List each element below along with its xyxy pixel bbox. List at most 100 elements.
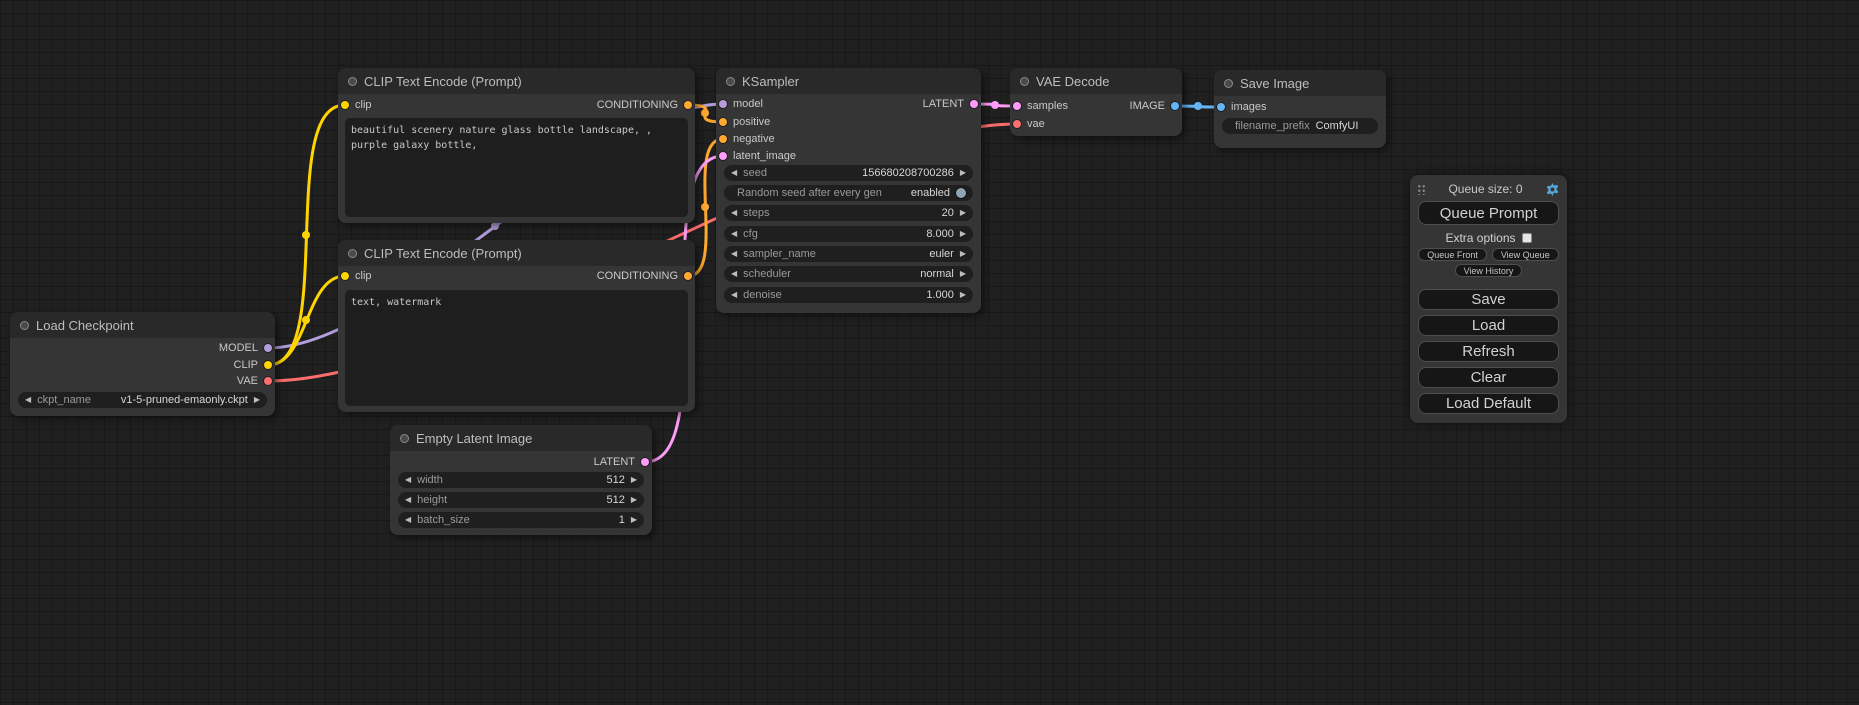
decrement-arrow-icon[interactable]: ◀ (405, 492, 411, 508)
output-dot-latent[interactable] (970, 100, 978, 108)
view-queue-button[interactable]: View Queue (1492, 248, 1559, 261)
widget-sampler-name[interactable]: ◀ sampler_name euler ▶ (724, 246, 973, 262)
output-slot-latent: LATENT (390, 454, 652, 470)
widget-width[interactable]: ◀ width 512 ▶ (398, 472, 644, 488)
widget-random-seed-toggle[interactable]: Random seed after every gen enabled (724, 185, 973, 201)
node-clip-text-encode-positive[interactable]: CLIP Text Encode (Prompt) clip CONDITION… (338, 68, 695, 223)
extra-options-checkbox[interactable] (1522, 233, 1532, 243)
input-dot-vae[interactable] (1013, 120, 1021, 128)
node-load-checkpoint[interactable]: Load Checkpoint MODEL CLIP VAE ◀ ckpt_na… (10, 312, 275, 416)
decrement-arrow-icon[interactable]: ◀ (731, 266, 737, 282)
input-dot-negative[interactable] (719, 135, 727, 143)
queue-prompt-button[interactable]: Queue Prompt (1418, 201, 1559, 225)
settings-gear-icon[interactable] (1545, 182, 1560, 197)
toggle-on-icon[interactable] (956, 188, 966, 198)
clear-button[interactable]: Clear (1418, 367, 1559, 388)
increment-arrow-icon[interactable]: ▶ (254, 392, 260, 408)
node-clip-text-encode-negative[interactable]: CLIP Text Encode (Prompt) clip CONDITION… (338, 240, 695, 412)
collapse-dot-icon[interactable] (348, 249, 357, 258)
widget-batch-size[interactable]: ◀ batch_size 1 ▶ (398, 512, 644, 528)
collapse-dot-icon[interactable] (1224, 79, 1233, 88)
increment-arrow-icon[interactable]: ▶ (631, 472, 637, 488)
queue-front-button[interactable]: Queue Front (1418, 248, 1487, 261)
decrement-arrow-icon[interactable]: ◀ (405, 472, 411, 488)
decrement-arrow-icon[interactable]: ◀ (731, 246, 737, 262)
node-ksampler[interactable]: KSampler model LATENT positive negative … (716, 68, 981, 313)
increment-arrow-icon[interactable]: ▶ (960, 165, 966, 181)
decrement-arrow-icon[interactable]: ◀ (731, 287, 737, 303)
collapse-dot-icon[interactable] (1020, 77, 1029, 86)
extra-options-row: Extra options (1410, 231, 1567, 245)
increment-arrow-icon[interactable]: ▶ (960, 246, 966, 262)
decrement-arrow-icon[interactable]: ◀ (25, 392, 31, 408)
increment-arrow-icon[interactable]: ▶ (960, 226, 966, 242)
collapse-dot-icon[interactable] (400, 434, 409, 443)
increment-arrow-icon[interactable]: ▶ (960, 205, 966, 221)
node-title-bar[interactable]: CLIP Text Encode (Prompt) (338, 68, 695, 94)
collapse-dot-icon[interactable] (726, 77, 735, 86)
output-dot-conditioning[interactable] (684, 272, 692, 280)
graph-canvas[interactable]: { "colors": { "MODEL": "#B39DDB", "CLIP"… (0, 0, 1859, 705)
output-dot-vae[interactable] (264, 377, 272, 385)
collapse-dot-icon[interactable] (20, 321, 29, 330)
node-empty-latent-image[interactable]: Empty Latent Image LATENT ◀ width 512 ▶ … (390, 425, 652, 535)
link-midpoint-dot (991, 101, 999, 109)
output-dot-clip[interactable] (264, 361, 272, 369)
main-menu-panel: Queue size: 0 Queue Prompt Extra options… (1410, 175, 1567, 423)
refresh-button[interactable]: Refresh (1418, 341, 1559, 362)
load-button[interactable]: Load (1418, 315, 1559, 336)
widget-filename-prefix[interactable]: filename_prefix ComfyUI (1222, 118, 1378, 134)
node-title: Save Image (1240, 76, 1309, 91)
drag-handle-icon[interactable] (1417, 183, 1426, 195)
decrement-arrow-icon[interactable]: ◀ (731, 226, 737, 242)
increment-arrow-icon[interactable]: ▶ (631, 492, 637, 508)
decrement-arrow-icon[interactable]: ◀ (405, 512, 411, 528)
node-title: CLIP Text Encode (Prompt) (364, 246, 522, 261)
node-title-bar[interactable]: Save Image (1214, 70, 1386, 96)
node-vae-decode[interactable]: VAE Decode samples IMAGE vae (1010, 68, 1182, 136)
decrement-arrow-icon[interactable]: ◀ (731, 165, 737, 181)
node-title: CLIP Text Encode (Prompt) (364, 74, 522, 89)
input-dot-model[interactable] (719, 100, 727, 108)
input-dot-clip[interactable] (341, 272, 349, 280)
node-save-image[interactable]: Save Image images filename_prefix ComfyU… (1214, 70, 1386, 148)
prompt-textarea[interactable]: beautiful scenery nature glass bottle la… (345, 118, 688, 217)
widget-height[interactable]: ◀ height 512 ▶ (398, 492, 644, 508)
widget-ckpt-name[interactable]: ◀ ckpt_name v1-5-pruned-emaonly.ckpt ▶ (18, 392, 267, 408)
load-default-button[interactable]: Load Default (1418, 393, 1559, 414)
node-title-bar[interactable]: CLIP Text Encode (Prompt) (338, 240, 695, 266)
view-history-button[interactable]: View History (1455, 264, 1523, 277)
link-midpoint-dot (302, 316, 310, 324)
node-title-bar[interactable]: Empty Latent Image (390, 425, 652, 451)
widget-steps[interactable]: ◀ steps 20 ▶ (724, 205, 973, 221)
widget-scheduler[interactable]: ◀ scheduler normal ▶ (724, 266, 973, 282)
input-slot-images: images (1214, 99, 1386, 115)
input-slot-latent-image: latent_image (716, 148, 981, 164)
decrement-arrow-icon[interactable]: ◀ (731, 205, 737, 221)
input-dot-images[interactable] (1217, 103, 1225, 111)
output-dot-latent[interactable] (641, 458, 649, 466)
node-title-bar[interactable]: KSampler (716, 68, 981, 94)
widget-seed[interactable]: ◀ seed 156680208700286 ▶ (724, 165, 973, 181)
collapse-dot-icon[interactable] (348, 77, 357, 86)
link-midpoint-dot (701, 109, 709, 117)
output-dot-conditioning[interactable] (684, 101, 692, 109)
extra-options-label: Extra options (1445, 231, 1515, 245)
input-dot-clip[interactable] (341, 101, 349, 109)
output-dot-model[interactable] (264, 344, 272, 352)
input-dot-positive[interactable] (719, 118, 727, 126)
widget-denoise[interactable]: ◀ denoise 1.000 ▶ (724, 287, 973, 303)
input-dot-latent-image[interactable] (719, 152, 727, 160)
node-title: Empty Latent Image (416, 431, 532, 446)
increment-arrow-icon[interactable]: ▶ (631, 512, 637, 528)
node-title-bar[interactable]: Load Checkpoint (10, 312, 275, 338)
input-dot-samples[interactable] (1013, 102, 1021, 110)
prompt-textarea[interactable]: text, watermark (345, 290, 688, 406)
increment-arrow-icon[interactable]: ▶ (960, 266, 966, 282)
save-button[interactable]: Save (1418, 289, 1559, 310)
increment-arrow-icon[interactable]: ▶ (960, 287, 966, 303)
menu-header: Queue size: 0 (1417, 181, 1560, 197)
node-title-bar[interactable]: VAE Decode (1010, 68, 1182, 94)
widget-cfg[interactable]: ◀ cfg 8.000 ▶ (724, 226, 973, 242)
output-dot-image[interactable] (1171, 102, 1179, 110)
